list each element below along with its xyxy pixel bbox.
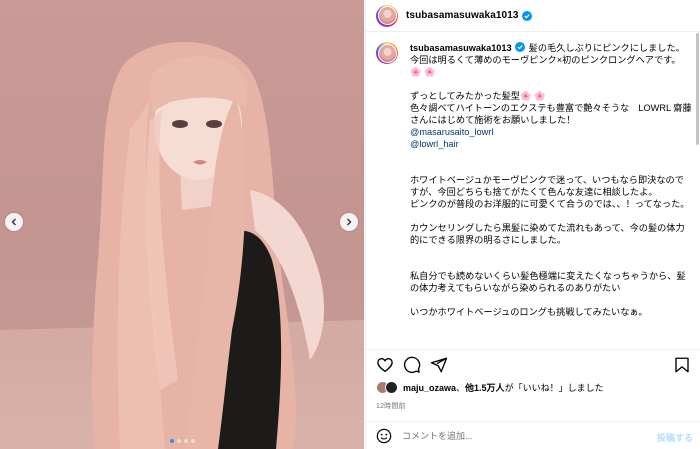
- mention-link-2[interactable]: @lowrl_hair: [410, 138, 692, 150]
- heart-icon[interactable]: [376, 356, 394, 374]
- carousel-prev-button[interactable]: [5, 213, 23, 231]
- share-icon[interactable]: [430, 356, 448, 374]
- caption-paragraph-6: 私自分でも読めないくらい髪色極端に変えたくなっちゃうから、髪の体力考えてもらいな…: [410, 271, 686, 293]
- caption-paragraph-3: 色々調べてハイトーンのエクステも豊富で艶々そうな LOWRL 齋藤さんにはじめて…: [410, 103, 692, 125]
- caption-paragraph-7: いつかホワイトベージュのロングも挑戦してみたいなぁ。: [410, 307, 648, 317]
- liker-username[interactable]: maju_ozawa: [403, 383, 456, 393]
- carousel-dot: [190, 439, 195, 443]
- caption-paragraph-4: ホワイトベージュかモーヴピンクで迷って、いつもなら即決なのですが、今回どちらも捨…: [410, 175, 690, 209]
- caption-paragraph-5: カウンセリングしたら黒髪に染めてた流れもあって、今の髪の体力的にできる限界の明る…: [410, 223, 685, 245]
- comment-input[interactable]: [402, 430, 622, 441]
- portrait-image: [0, 41, 364, 449]
- caption-scrollbar[interactable]: [696, 33, 699, 145]
- post-photo[interactable]: [0, 0, 364, 449]
- carousel-dot: [183, 439, 188, 443]
- post-side-panel: tsubasamasuwaka1013 tsubasamasuwaka1013 髪…: [365, 0, 700, 449]
- caption-username[interactable]: tsubasamasuwaka1013: [410, 43, 512, 53]
- post-header: tsubasamasuwaka1013: [366, 0, 700, 32]
- action-bar: [366, 349, 700, 379]
- mention-link-1[interactable]: @masarusaito_lowrl: [410, 126, 692, 138]
- caption-avatar[interactable]: [376, 42, 398, 64]
- carousel-dots: [0, 439, 364, 443]
- comment-bar: 投稿する: [366, 421, 700, 449]
- caption-paragraph-1: tsubasamasuwaka1013 髪の毛久しぶりにピンクにしました。今回は明…: [410, 42, 685, 77]
- chevron-right-icon: [347, 218, 352, 226]
- bookmark-icon[interactable]: [673, 356, 691, 374]
- post-comment-button[interactable]: 投稿する: [657, 431, 693, 444]
- carousel-dot: [169, 439, 174, 443]
- caption-paragraph-2: ずっとしてみたかった髪型🌸 🌸: [410, 91, 546, 101]
- caption-scroll-area[interactable]: tsubasamasuwaka1013 髪の毛久しぶりにピンクにしました。今回は明…: [366, 33, 700, 348]
- author-avatar[interactable]: [376, 4, 398, 27]
- likes-summary: maju_ozawa、他1.5万人が「いいね！」しました: [376, 381, 604, 394]
- comment-icon[interactable]: [403, 356, 421, 374]
- carousel-next-button[interactable]: [340, 213, 358, 231]
- likes-count[interactable]: 他1.5万人: [465, 383, 505, 393]
- post-timestamp[interactable]: 12時間前: [376, 401, 406, 411]
- flower-emoji: 🌸 🌸: [410, 67, 436, 77]
- liker-avatar[interactable]: [385, 381, 398, 394]
- carousel-dot: [176, 439, 181, 443]
- caption-text: tsubasamasuwaka1013 髪の毛久しぶりにピンクにしました。今回は明…: [410, 42, 692, 318]
- flower-emoji: 🌸 🌸: [519, 91, 546, 101]
- chevron-left-icon: [11, 218, 16, 226]
- author-username[interactable]: tsubasamasuwaka1013: [406, 10, 519, 21]
- verified-badge-icon: [514, 42, 525, 52]
- emoji-icon[interactable]: [376, 428, 392, 444]
- verified-badge-icon: [521, 10, 532, 21]
